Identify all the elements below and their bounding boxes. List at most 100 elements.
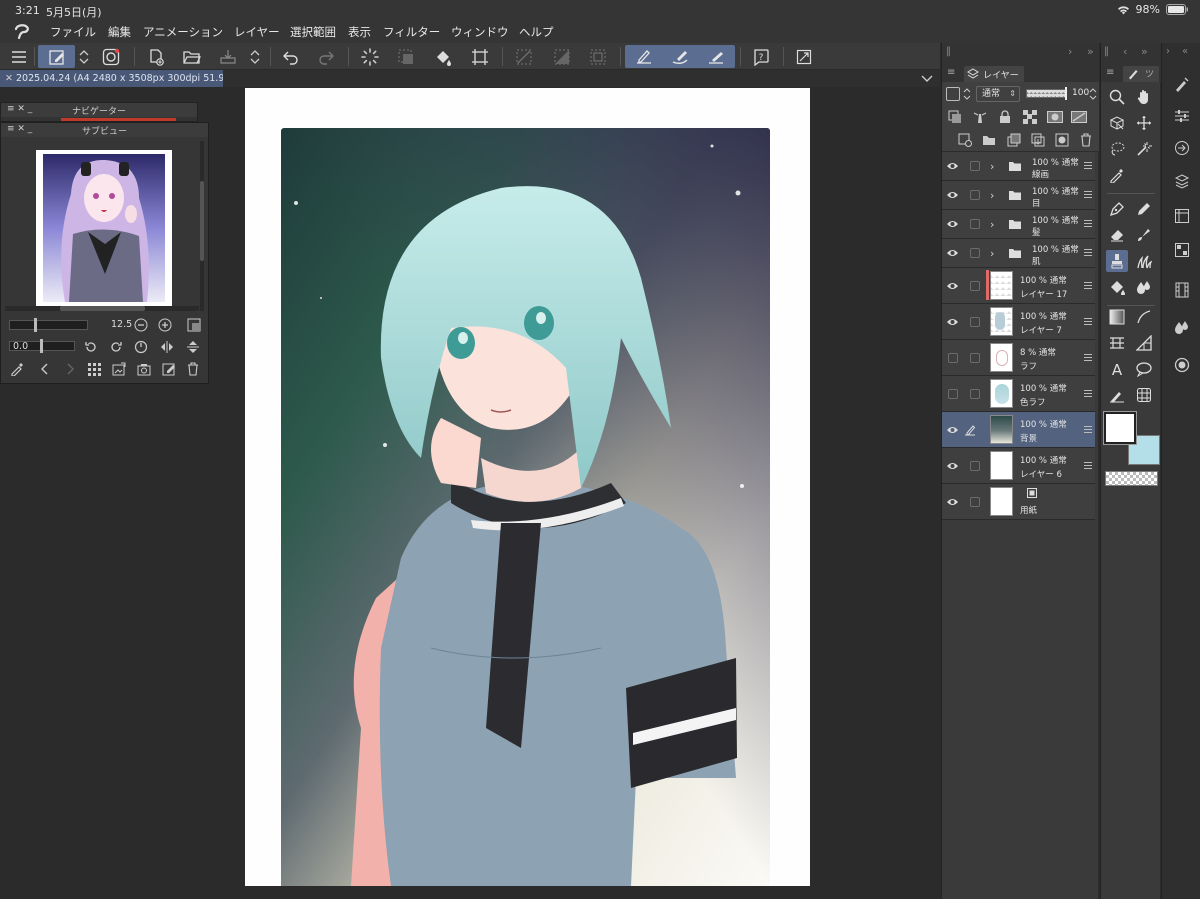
color-wheel-dock-button[interactable] [1171,354,1193,376]
close-tab-icon[interactable]: ✕ [5,73,16,84]
layer-checkbox[interactable] [970,352,980,363]
layer-row[interactable]: 100 % 通常 レイヤー 7 [942,304,1095,340]
expand-chevron-icon[interactable]: › [1068,45,1072,58]
expand-folder-chevron-icon[interactable]: › [990,247,994,260]
flip-vertical-button[interactable] [184,338,202,356]
companion-mode-button[interactable] [98,45,124,68]
layer-row[interactable]: 100 % 通常 色ラフ [942,376,1095,412]
vertical-scrollbar[interactable] [200,141,204,311]
new-raster-layer-button[interactable] [956,131,974,149]
camera-button[interactable] [135,360,153,378]
layer-menu-icon[interactable] [1084,461,1092,470]
layer-row[interactable]: 100 % 通常 レイヤー 17 [942,268,1095,304]
new-folder-button[interactable] [980,131,998,149]
visibility-checkbox[interactable] [948,352,958,363]
frame-border-tool[interactable] [1106,332,1128,354]
layer-checkbox[interactable] [970,161,980,171]
move-layer-tool[interactable] [1133,112,1155,134]
main-color-swatch[interactable] [1104,412,1136,444]
flip-horizontal-button[interactable] [158,338,176,356]
clip-layer-button[interactable] [946,108,964,126]
layer-menu-icon[interactable] [1084,162,1092,170]
clip-studio-logo-icon[interactable] [13,23,31,39]
material-dock-button[interactable] [1171,205,1193,227]
expand-folder-chevron-icon[interactable]: › [990,189,994,202]
visibility-eye-icon[interactable] [946,424,959,436]
stabilizer-high-button[interactable] [698,49,734,65]
layer-menu-icon[interactable] [1084,191,1092,199]
magic-wand-tool[interactable] [1133,138,1155,160]
sliders-dock-button[interactable] [1171,105,1193,127]
layer-checkbox[interactable] [970,280,980,291]
stabilizer-mid-button[interactable] [662,49,698,65]
stabilizer-low-button[interactable] [626,49,662,65]
palette-menu-icon[interactable]: ≡ [947,67,955,78]
visibility-eye-icon[interactable] [946,496,959,508]
drag-handle-icon[interactable]: ‖ [1104,46,1109,57]
rotate-right-button[interactable] [107,338,125,356]
image-list-button[interactable] [85,360,103,378]
visibility-checkbox[interactable] [948,388,958,399]
invert-selection-button[interactable] [550,45,574,68]
layer-row-paper[interactable]: 用紙 [942,484,1095,520]
merge-layer-button[interactable] [1029,131,1047,149]
simplified-mode-button[interactable] [38,45,75,68]
zoom-tool[interactable] [1106,86,1128,108]
fill-tool[interactable] [1106,276,1128,298]
ruler-tool[interactable] [1133,332,1155,354]
menu-filter[interactable]: フィルター [383,24,440,40]
timeline-dock-button[interactable] [1171,279,1193,301]
deselect-button[interactable] [512,45,536,68]
transparent-color-swatch[interactable] [1105,471,1158,486]
artwork-illustration[interactable] [281,128,770,886]
object-tool[interactable] [1106,112,1128,134]
gradient-tool[interactable] [1106,306,1128,328]
previous-image-button[interactable] [36,360,54,378]
collapse-chevron-icon[interactable]: » [1087,45,1094,58]
visibility-eye-icon[interactable] [946,160,959,172]
redo-button[interactable] [314,45,338,68]
layer-color-button[interactable] [946,87,960,101]
color-set-dock-button[interactable] [1171,239,1193,261]
visibility-eye-icon[interactable] [946,316,959,328]
menu-view[interactable]: 表示 [348,24,371,40]
expand-folder-chevron-icon[interactable]: › [990,160,994,173]
lock-layer-button[interactable] [996,108,1014,126]
visibility-eye-icon[interactable] [946,218,959,230]
selection-border-button[interactable] [586,45,610,68]
reset-rotation-button[interactable] [132,338,150,356]
loading-button[interactable] [358,45,382,68]
balloon-tool[interactable] [1133,358,1155,380]
layer-menu-icon[interactable] [1084,317,1092,326]
layer-row[interactable]: › 100 % 通常 肌 [942,239,1095,268]
correct-line-tool[interactable] [1106,384,1128,406]
eyedropper-tool[interactable] [1106,164,1128,186]
layer-row[interactable]: 8 % 通常 ラフ [942,340,1095,376]
help-button[interactable]: ? [749,45,773,68]
decoration-tool[interactable] [1133,250,1155,272]
drag-handle-icon[interactable]: › [1166,46,1170,57]
delete-layer-button[interactable] [1077,131,1095,149]
layer-row[interactable]: › 100 % 通常 線画 [942,152,1095,181]
color-mixing-dock-button[interactable] [1171,316,1193,338]
blend-mode-select[interactable]: 通常 ⇕ [976,86,1020,102]
transform-button[interactable] [468,45,492,68]
visibility-eye-icon[interactable] [946,247,959,259]
copy-layer-button[interactable] [1005,131,1023,149]
fill-button[interactable] [431,45,455,68]
visibility-eye-icon[interactable] [946,189,959,201]
color-blend-tool[interactable] [1133,276,1155,298]
up-down-chevron-icon[interactable] [1089,87,1097,101]
auto-action-dock-button[interactable] [1171,137,1193,159]
layer-menu-icon[interactable] [1084,220,1092,228]
visibility-eye-icon[interactable] [946,460,959,472]
reference-layer-button[interactable] [971,108,989,126]
tool-property-dock-button[interactable] [1171,73,1193,95]
layer-checkbox[interactable] [970,460,980,471]
layer-checkbox[interactable] [970,388,980,399]
layer-menu-icon[interactable] [1084,281,1092,290]
up-down-chevron-icon[interactable] [963,87,971,101]
import-image-button[interactable] [110,360,128,378]
tool-tab[interactable]: ツ [1123,66,1159,82]
add-mask-button[interactable] [1053,131,1071,149]
